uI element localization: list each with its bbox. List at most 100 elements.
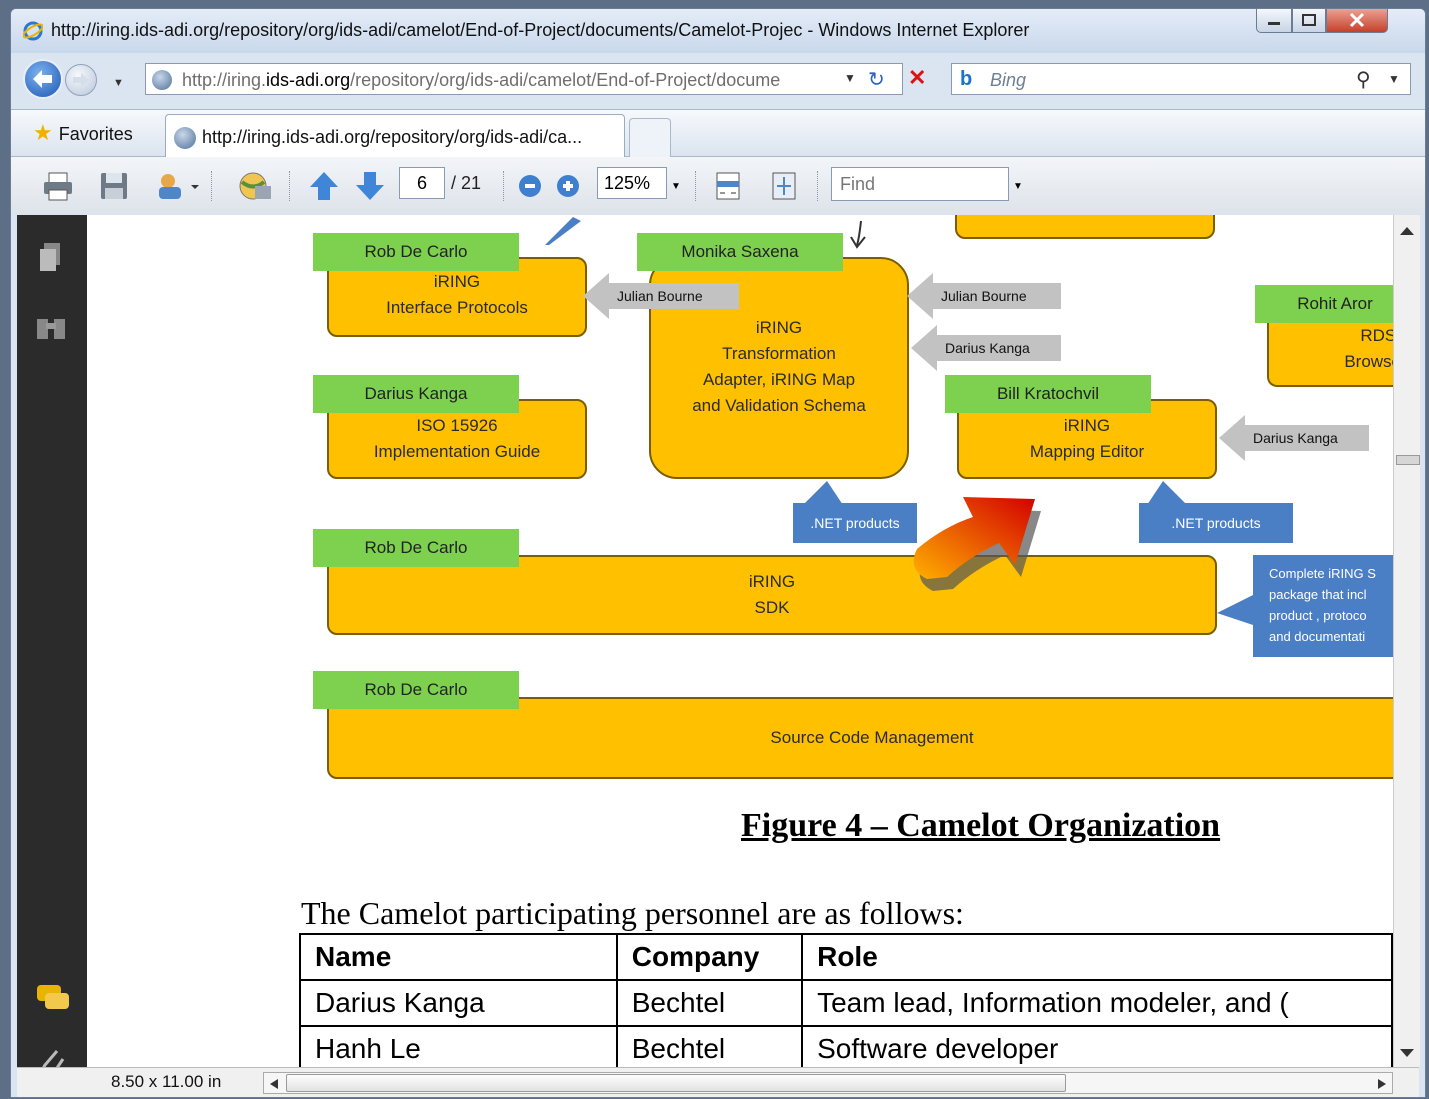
fit-width-icon[interactable] [711,169,745,203]
zoom-dropdown-icon[interactable]: ▼ [671,181,681,192]
contributor-arrow: Darius Kanga [911,325,1061,371]
share-icon[interactable] [155,169,201,203]
navigation-bar: ▼ http://iring.ids-adi.org/repository/or… [11,53,1425,109]
pdf-toolbar: 6 / 21 125% ▼ Find ▼ [11,157,1425,215]
favorites-bar: ★ Favorites http://iring.ids-adi.org/repo… [11,109,1425,158]
bookmarks-icon[interactable] [35,315,67,341]
search-icon[interactable]: ⚲ [1356,67,1371,92]
deliverable-box-cropped [955,215,1215,239]
owner-label: Rob De Carlo [313,529,519,567]
tab-title: http://iring.ids-adi.org/repository/org/… [202,127,583,147]
navigation-panel [17,215,87,1067]
horizontal-scrollbar[interactable] [263,1072,1393,1094]
owner-label: Rob De Carlo [313,671,519,709]
note-callout-sdk: Complete iRING S package that incl produ… [1253,555,1393,657]
address-bar[interactable]: http://iring.ids-adi.org/repository/org/… [145,63,926,95]
table-row: Darius Kanga Bechtel Team lead, Informat… [299,979,1393,1027]
callout-pointer [1217,595,1253,625]
find-input[interactable]: Find [831,167,1009,201]
search-box[interactable]: b Bing ⚲ ▼ [951,63,1411,95]
refresh-icon[interactable]: ↻ [868,67,885,92]
figure-caption: Figure 4 – Camelot Organization [741,807,1221,844]
globe-tools-icon[interactable] [233,169,275,203]
maximize-button[interactable] [1292,9,1326,33]
zoom-out-icon[interactable] [517,169,543,203]
pages-icon[interactable] [37,241,65,275]
table-header: Role [801,933,1393,981]
save-icon[interactable] [97,169,131,203]
scroll-down-icon[interactable] [1398,1047,1416,1059]
note-callout: .NET products [1139,503,1293,543]
page-number-input[interactable]: 6 [399,167,445,199]
table-header-row: Name Company Role [299,933,1393,981]
table-cell: Bechtel [615,979,804,1027]
globe-icon [152,70,172,90]
find-dropdown-icon[interactable]: ▼ [1013,181,1023,192]
contributor-arrow: Julian Bourne [907,273,1061,319]
scroll-right-icon[interactable] [1376,1077,1388,1091]
callout-pointer [803,481,843,505]
address-dropdown-icon[interactable]: ▼ [844,71,856,85]
pdf-viewer: iRING Interface Protocols Rob De Carlo i… [17,215,1393,1067]
status-bar: 8.50 x 11.00 in [17,1067,1419,1097]
callout-pointer [1147,481,1187,505]
bing-icon: b [960,68,973,90]
scroll-left-icon[interactable] [268,1077,280,1091]
document-page: iRING Interface Protocols Rob De Carlo i… [87,215,1393,1067]
title-bar: http://iring.ids-adi.org/repository/org/… [11,9,1425,53]
print-icon[interactable] [41,169,75,203]
forward-icon [73,73,89,87]
tab-active[interactable]: http://iring.ids-adi.org/repository/org/… [165,114,625,158]
note-callout: .NET products [793,503,917,543]
table-cell: Darius Kanga [299,979,618,1027]
address-text[interactable]: http://iring.ids-adi.org/repository/org/… [182,70,842,91]
paragraph: The Camelot participating personnel are … [301,895,964,931]
owner-label: Rob De Carlo [313,233,519,271]
table-cell: Hanh Le [299,1025,618,1067]
back-icon [33,70,52,88]
owner-label: Bill Kratochvil [945,375,1151,413]
table-cell: Bechtel [615,1025,804,1067]
search-dropdown-icon[interactable]: ▼ [1388,72,1400,86]
fit-page-icon[interactable] [767,169,801,203]
owner-label: Monika Saxena [637,233,843,271]
contributor-arrow: Darius Kanga [1219,415,1369,461]
table-cell: Team lead, Information modeler, and ( [801,979,1393,1027]
back-button[interactable] [23,59,63,99]
page-total: / 21 [451,173,482,193]
stop-icon[interactable]: ✕ [908,65,926,91]
next-page-icon[interactable] [353,169,387,203]
deliverable-sdk: iRING SDK [327,555,1217,635]
table-cell: Software developer [801,1025,1393,1067]
deliverable-source-code-management: Source Code Management [327,697,1393,779]
zoom-in-icon[interactable] [555,169,581,203]
browser-window: http://iring.ids-adi.org/repository/org/… [10,8,1426,1098]
favorites-star-icon: ★ [33,120,53,145]
owner-label: Rohit Aror [1255,285,1393,323]
table-row: Hanh Le Bechtel Software developer [299,1025,1393,1067]
vertical-scroll-thumb[interactable] [1396,455,1420,465]
minimize-button[interactable] [1256,9,1292,33]
vertical-scrollbar[interactable] [1393,215,1420,1067]
table-header: Name [299,933,618,981]
comments-icon[interactable] [35,983,71,1013]
recent-pages-dropdown[interactable]: ▼ [113,77,124,89]
window-title: http://iring.ids-adi.org/repository/org/… [51,20,1030,40]
ie-icon [23,21,43,41]
prev-page-icon[interactable] [307,169,341,203]
favorites-button[interactable]: ★ Favorites [33,120,133,146]
personnel-table: Name Company Role Darius Kanga Bechtel T… [299,933,1393,1067]
search-placeholder: Bing [990,70,1027,90]
horizontal-scroll-thumb[interactable] [286,1074,1066,1092]
attachment-icon[interactable] [37,1045,67,1067]
zoom-select[interactable]: 125% [597,167,667,199]
page-size: 8.50 x 11.00 in [111,1072,222,1091]
owner-label: Darius Kanga [313,375,519,413]
scroll-up-icon[interactable] [1398,225,1416,237]
contributor-arrow: Julian Bourne [583,273,739,319]
new-tab-button[interactable] [629,118,671,158]
forward-button[interactable] [65,64,97,96]
close-button[interactable] [1326,9,1388,33]
table-header: Company [615,933,804,981]
red-arrow-icon [913,497,1041,591]
